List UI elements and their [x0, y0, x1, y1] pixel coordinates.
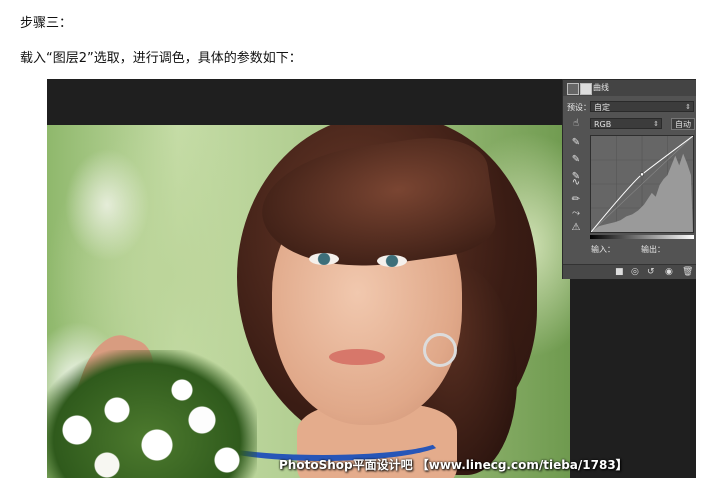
smooth-icon[interactable]: ⤳ — [569, 208, 583, 220]
clip-to-layer-icon[interactable]: ■ — [615, 267, 624, 277]
flowers-shape — [47, 350, 257, 478]
curve-edit-icon[interactable]: ∿ — [569, 177, 583, 189]
portrait-photo — [47, 125, 570, 478]
visibility-eye-icon[interactable]: ◉ — [665, 267, 673, 277]
right-eye — [377, 255, 407, 267]
step-heading: 步骤三： — [20, 16, 73, 31]
panel-footer: ■ ◎ ↺ ◉ 🗑 — [563, 264, 696, 279]
clipping-warning-icon[interactable]: ⚠ — [569, 222, 583, 234]
trash-icon[interactable]: 🗑 — [682, 267, 693, 277]
preset-label: 预设： — [567, 103, 591, 112]
reset-icon[interactable]: ↺ — [647, 267, 655, 277]
curves-panel: 曲线 预设： 自定 ⇕ ☝ RGB ⇕ 自动 ✎ ✎ ✎ ∿ ✏ ⤳ ⚠ 输入：… — [562, 79, 696, 279]
auto-button[interactable]: 自动 — [671, 118, 695, 130]
earring-shape — [423, 333, 457, 367]
curve-graph[interactable] — [590, 135, 694, 233]
panel-header: 曲线 — [563, 80, 696, 96]
channel-select[interactable]: RGB ⇕ — [590, 118, 662, 129]
mask-icon[interactable] — [580, 83, 592, 95]
black-eyedropper-icon[interactable]: ✎ — [569, 137, 583, 149]
curves-adjustment-icon[interactable] — [567, 83, 579, 95]
preset-value: 自定 — [594, 103, 610, 112]
photoshop-screenshot: PhotoShop平面设计吧 【www.linecg.com/tieba/178… — [47, 79, 696, 478]
input-gradient-bar — [590, 235, 694, 239]
instruction-text: 载入“图层2”选取，进行调色，具体的参数如下： — [20, 51, 302, 66]
preset-select[interactable]: 自定 ⇕ — [590, 101, 694, 112]
chevron-down-icon: ⇕ — [653, 120, 659, 128]
watermark-text: PhotoShop平面设计吧 【www.linecg.com/tieba/178… — [279, 458, 628, 472]
left-eye — [309, 253, 339, 265]
gray-eyedropper-icon[interactable]: ✎ — [569, 154, 583, 166]
lips-shape — [329, 349, 385, 365]
channel-value: RGB — [594, 120, 612, 129]
pencil-icon[interactable]: ✏ — [569, 194, 583, 206]
target-adjust-icon[interactable]: ☝ — [569, 118, 583, 130]
chevron-down-icon: ⇕ — [685, 103, 691, 111]
panel-title: 曲线 — [593, 83, 609, 92]
output-label: 输出： — [641, 245, 665, 254]
input-label: 输入： — [591, 245, 615, 254]
view-previous-icon[interactable]: ◎ — [631, 267, 639, 277]
curve-control-point[interactable] — [640, 172, 644, 177]
